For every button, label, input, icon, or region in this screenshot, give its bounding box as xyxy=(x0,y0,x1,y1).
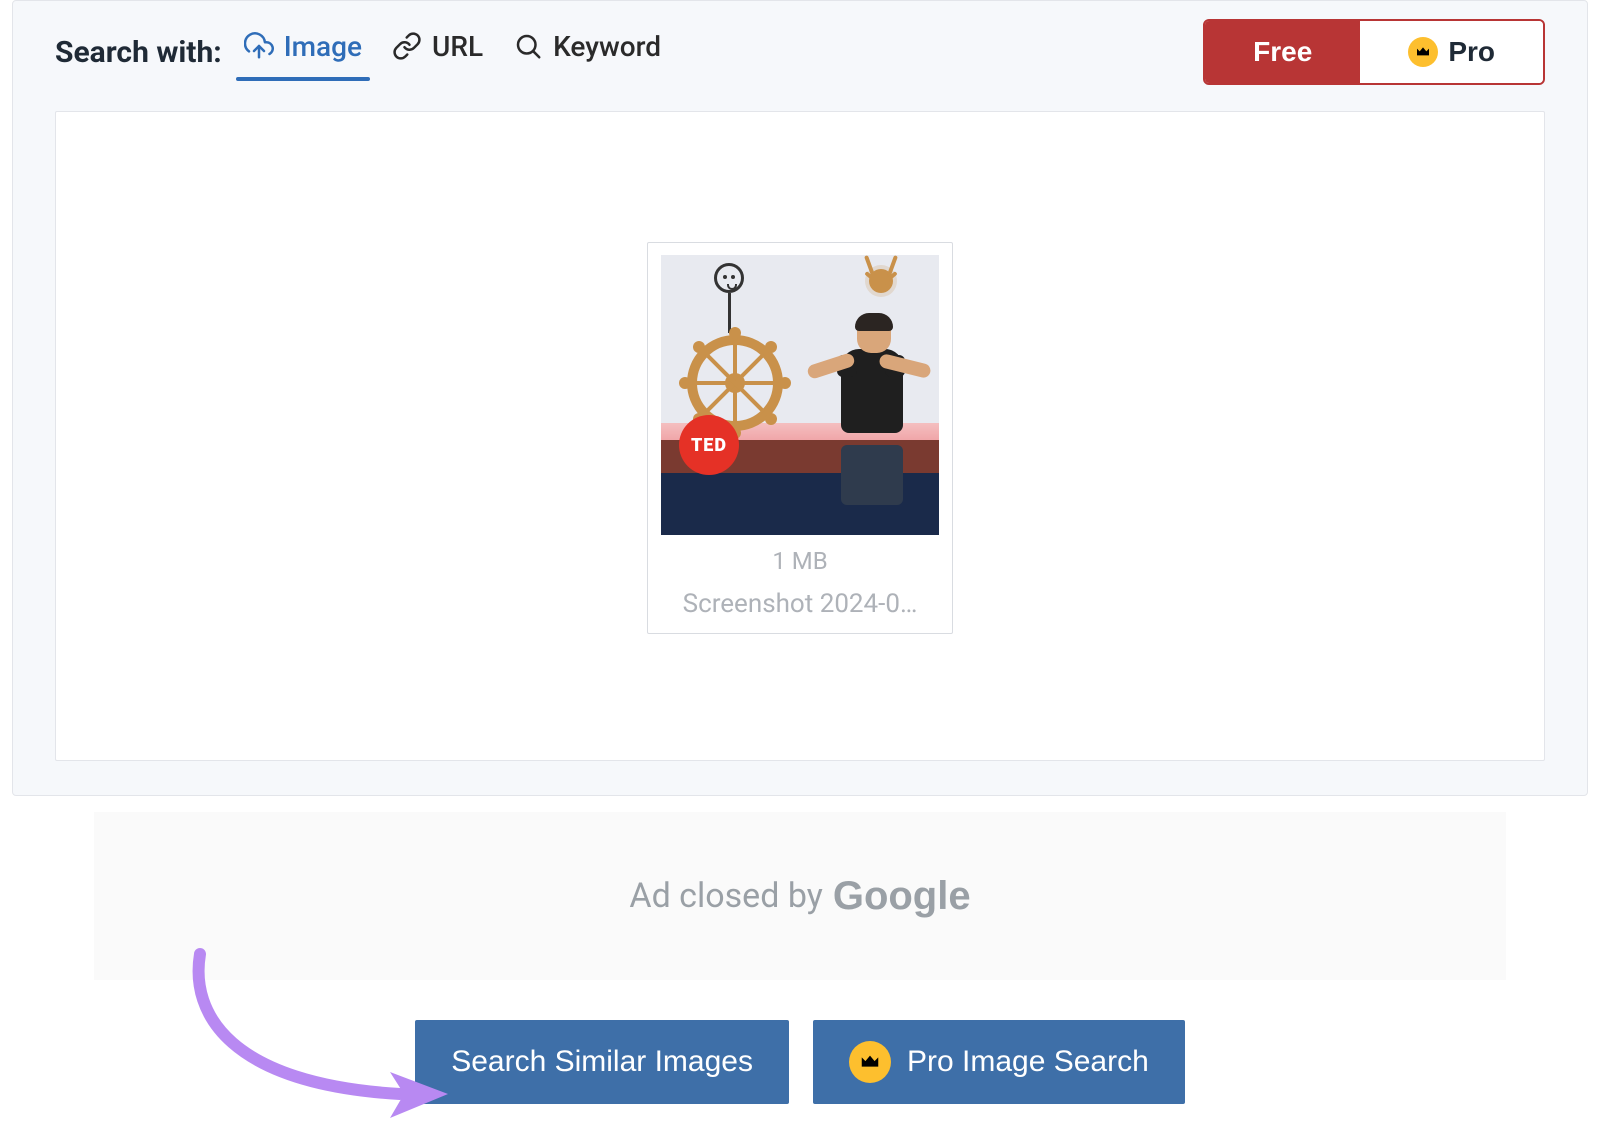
button-label: Search Similar Images xyxy=(451,1045,753,1079)
ad-closed-text: Ad closed by xyxy=(629,876,822,916)
ted-badge: TED xyxy=(679,415,739,475)
search-with-label: Search with: xyxy=(55,35,222,70)
crown-icon xyxy=(1408,37,1438,67)
tab-url[interactable]: URL xyxy=(384,20,491,85)
upload-cloud-icon xyxy=(244,31,274,61)
uploaded-thumbnail-card[interactable]: TED 1 MB Screenshot 2024-0… xyxy=(647,242,953,634)
action-row: Search Similar Images Pro Image Search xyxy=(0,1020,1600,1140)
plan-pro-button[interactable]: Pro xyxy=(1360,21,1543,83)
upload-dropzone[interactable]: TED 1 MB Screenshot 2024-0… xyxy=(55,111,1545,761)
search-similar-images-button[interactable]: Search Similar Images xyxy=(415,1020,789,1104)
pro-image-search-button[interactable]: Pro Image Search xyxy=(813,1020,1185,1104)
plan-free-button[interactable]: Free xyxy=(1205,21,1360,83)
uploaded-thumbnail-image: TED xyxy=(661,255,939,535)
tab-image[interactable]: Image xyxy=(236,20,370,85)
plan-pro-label: Pro xyxy=(1448,36,1495,68)
search-with-group: Search with: Image URL xyxy=(55,20,669,85)
link-icon xyxy=(392,31,422,61)
search-icon xyxy=(513,31,543,61)
top-bar: Search with: Image URL xyxy=(13,1,1587,85)
crown-icon xyxy=(849,1041,891,1083)
tab-label: Image xyxy=(284,30,362,63)
search-panel: Search with: Image URL xyxy=(12,0,1588,796)
plan-toggle: Free Pro xyxy=(1203,19,1545,85)
thumbnail-filesize: 1 MB xyxy=(772,547,827,575)
plan-free-label: Free xyxy=(1253,36,1312,68)
google-logo-text: Google xyxy=(833,874,971,919)
thumbnail-filename: Screenshot 2024-0… xyxy=(683,589,918,619)
tab-keyword[interactable]: Keyword xyxy=(505,20,669,85)
tab-label: Keyword xyxy=(553,30,661,63)
tab-label: URL xyxy=(432,30,483,63)
ad-banner-closed: Ad closed by Google xyxy=(94,812,1506,980)
button-label: Pro Image Search xyxy=(907,1045,1149,1079)
